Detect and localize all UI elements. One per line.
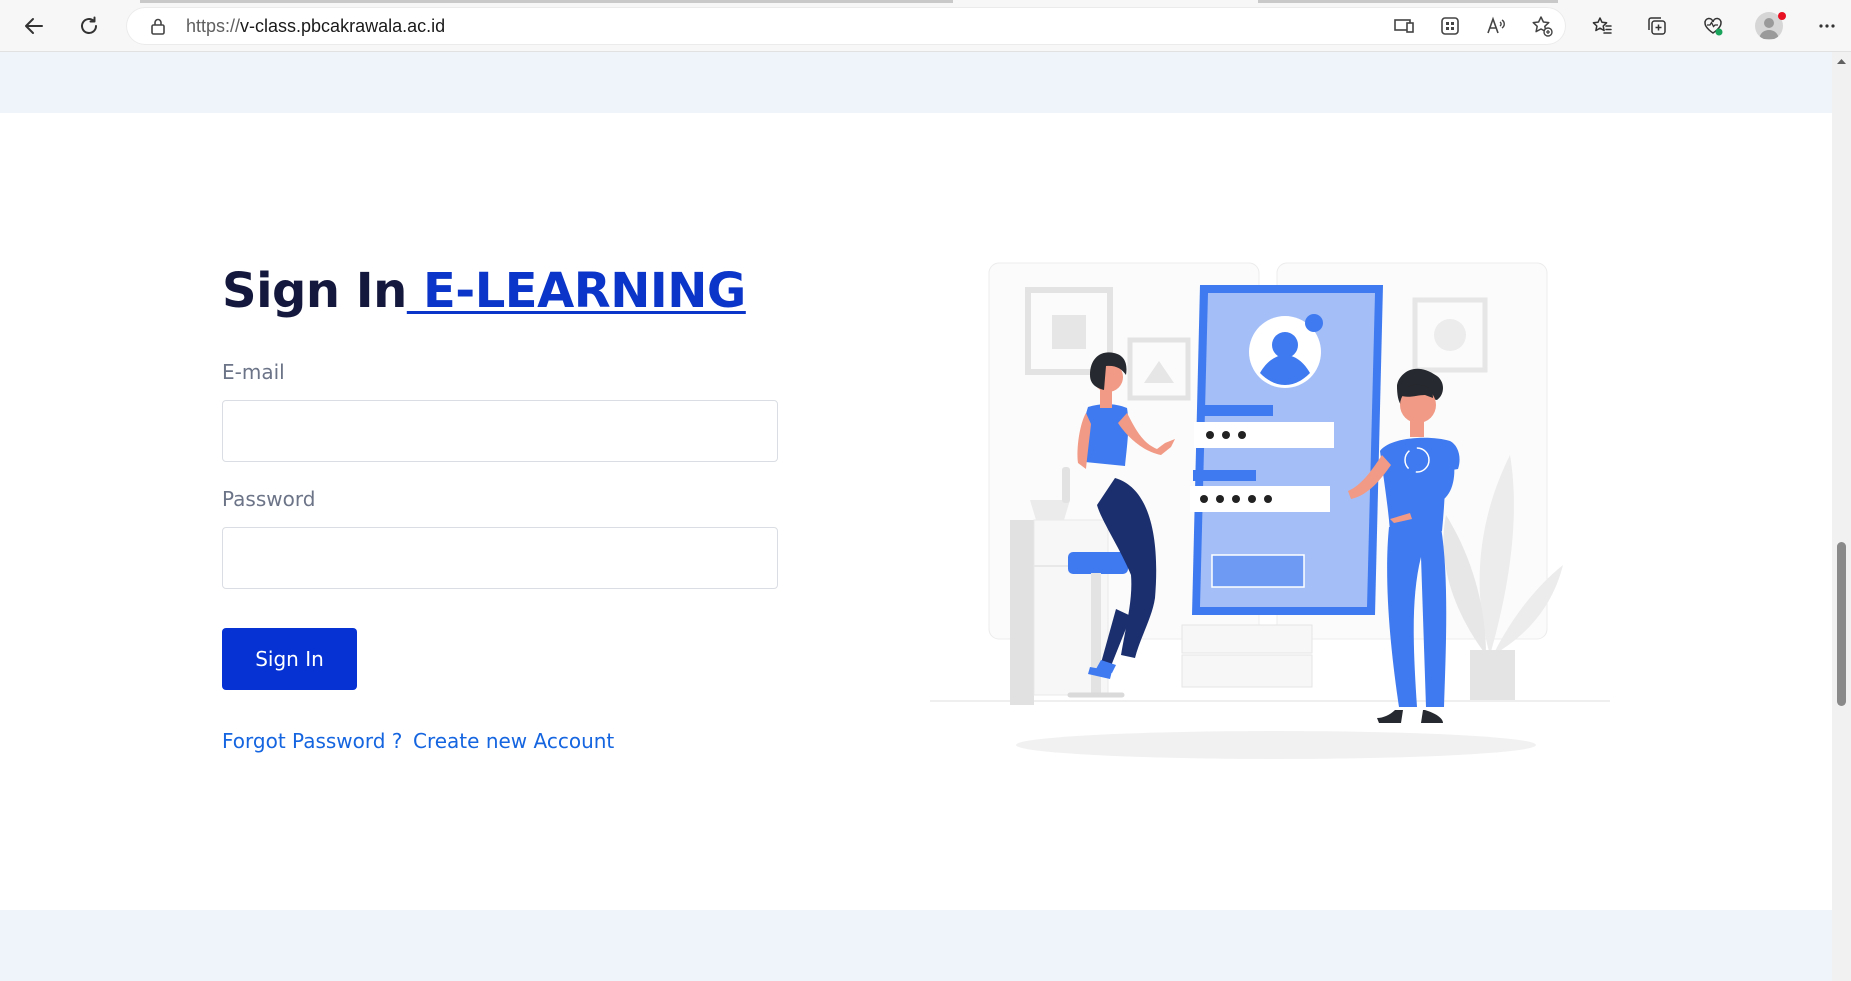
more-button[interactable]	[1810, 9, 1844, 43]
email-label: E-mail	[222, 360, 285, 384]
add-favorite-icon[interactable]	[1530, 14, 1554, 38]
favorites-icon	[1592, 17, 1612, 34]
scroll-up-arrow-icon[interactable]	[1836, 56, 1847, 67]
password-label: Password	[222, 487, 316, 511]
login-illustration	[930, 262, 1610, 759]
collections-button[interactable]	[1640, 9, 1674, 43]
favorites-button[interactable]	[1585, 9, 1619, 43]
device-icon[interactable]	[1392, 14, 1416, 38]
read-aloud-icon[interactable]	[1484, 14, 1508, 38]
back-icon	[25, 18, 43, 34]
page-title: Sign In E-LEARNING	[222, 263, 746, 319]
notification-dot	[1778, 12, 1786, 20]
tab-strip-edge	[140, 0, 953, 3]
lock-icon[interactable]	[148, 16, 168, 36]
tab-strip-edge	[1258, 0, 1558, 3]
url-host: v-class.pbcakrawala.ac.id	[240, 16, 446, 36]
forgot-password-link[interactable]: Forgot Password ?	[222, 729, 402, 753]
url-text[interactable]: https://v-class.pbcakrawala.ac.id	[186, 16, 445, 37]
email-field[interactable]	[222, 400, 778, 462]
address-bar[interactable]: https://v-class.pbcakrawala.ac.id	[126, 7, 1566, 45]
page-scrollbar[interactable]	[1832, 52, 1851, 981]
footer-band	[0, 910, 1832, 981]
browser-toolbar: https://v-class.pbcakrawala.ac.id	[0, 0, 1851, 52]
back-button[interactable]	[17, 9, 51, 43]
elearning-link[interactable]: E-LEARNING	[407, 263, 746, 319]
url-scheme: https://	[186, 16, 241, 36]
refresh-icon	[81, 16, 97, 34]
create-account-link[interactable]: Create new Account	[413, 729, 614, 753]
collections-icon	[1648, 17, 1666, 35]
scroll-thumb[interactable]	[1837, 542, 1846, 706]
header-band	[0, 52, 1832, 113]
signin-button[interactable]: Sign In	[222, 628, 357, 690]
more-icon	[1819, 24, 1835, 28]
apps-icon[interactable]	[1438, 14, 1462, 38]
refresh-button[interactable]	[72, 9, 106, 43]
password-field[interactable]	[222, 527, 778, 589]
title-prefix: Sign In	[222, 263, 407, 319]
browser-essentials-button[interactable]	[1696, 9, 1730, 43]
health-icon	[1704, 17, 1723, 36]
